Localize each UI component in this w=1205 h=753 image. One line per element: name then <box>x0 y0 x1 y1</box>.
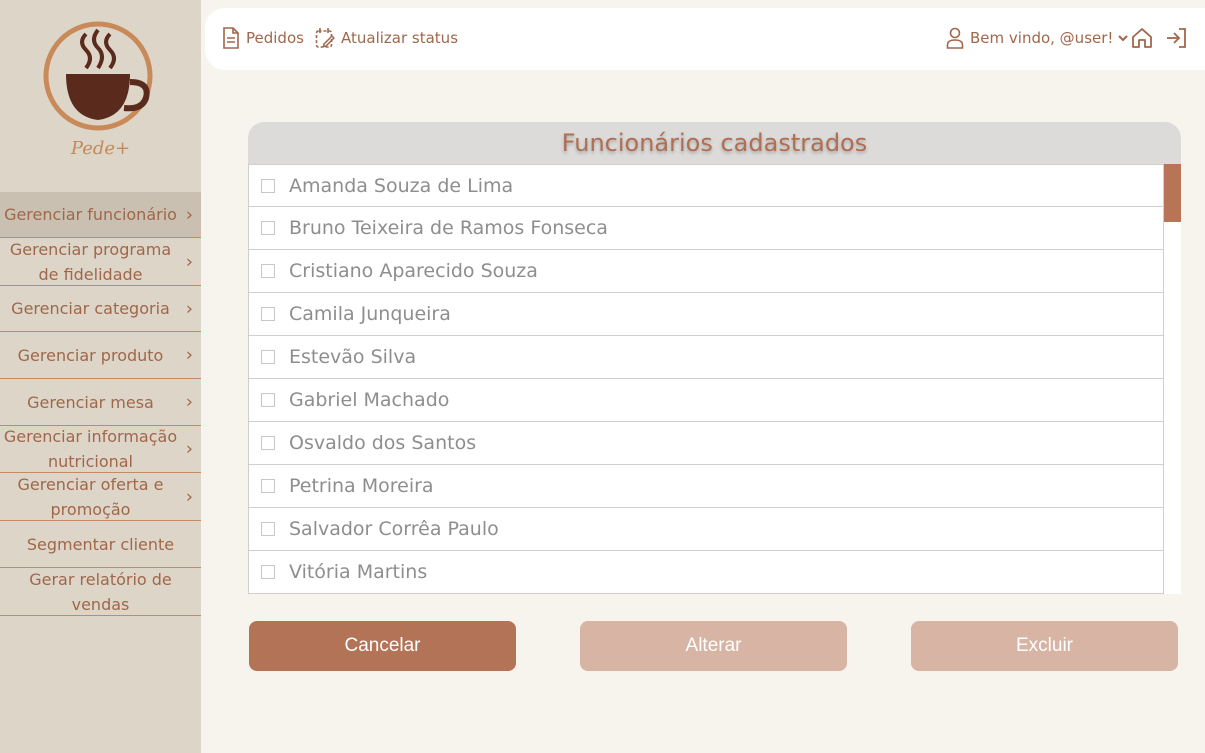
employee-list: Amanda Souza de Lima Bruno Teixeira de R… <box>248 164 1164 594</box>
chevron-right-icon: › <box>185 204 193 225</box>
employee-name: Amanda Souza de Lima <box>289 174 514 197</box>
employee-row[interactable]: Bruno Teixeira de Ramos Fonseca <box>248 207 1164 250</box>
chevron-down-icon <box>1118 35 1129 42</box>
sidebar: Pede+ Gerenciar funcionário › Gerenciar … <box>0 0 201 753</box>
employee-name: Camila Junqueira <box>289 303 451 325</box>
employee-name: Osvaldo dos Santos <box>289 432 477 454</box>
chevron-right-icon: › <box>185 298 193 319</box>
orders-link[interactable]: Pedidos <box>222 26 304 50</box>
welcome-label: Bem vindo, @user! <box>970 29 1114 47</box>
row-checkbox[interactable] <box>261 393 275 407</box>
sidebar-item-label: Gerenciar produto <box>17 345 164 365</box>
employee-row[interactable]: Gabriel Machado <box>248 379 1164 422</box>
employee-row[interactable]: Estevão Silva <box>248 336 1164 379</box>
sidebar-item-label: Gerar relatório de vendas <box>29 567 172 617</box>
update-status-label: Atualizar status <box>341 29 459 47</box>
sidebar-item-label-line1: Gerenciar informação <box>3 427 178 446</box>
employee-name: Vitória Martins <box>289 561 428 583</box>
logout-icon <box>1167 28 1186 48</box>
panel-title: Funcionários cadastrados <box>248 122 1181 164</box>
chevron-right-icon: › <box>185 391 193 413</box>
sidebar-item-gerar-relatorio-vendas[interactable]: Gerar relatório de vendas <box>0 568 201 616</box>
home-icon <box>1132 28 1152 48</box>
employee-name: Cristiano Aparecido Souza <box>289 260 538 282</box>
user-icon <box>946 27 964 49</box>
cancel-button[interactable]: Cancelar <box>249 621 516 671</box>
orders-label: Pedidos <box>246 29 304 47</box>
row-checkbox[interactable] <box>261 350 275 364</box>
sidebar-item-label-line1: Gerenciar programa <box>9 239 172 259</box>
row-checkbox[interactable] <box>261 436 275 450</box>
row-checkbox[interactable] <box>261 565 275 579</box>
delete-button[interactable]: Excluir <box>911 621 1178 671</box>
sidebar-item-label-line2: de fidelidade <box>38 264 143 284</box>
logout-button[interactable] <box>1165 26 1193 50</box>
sidebar-item-label-line2: nutricional <box>48 452 133 471</box>
row-checkbox[interactable] <box>261 307 275 321</box>
employee-name: Bruno Teixeira de Ramos Fonseca <box>289 217 608 239</box>
sidebar-item-label-line2: vendas <box>71 594 130 614</box>
edit-button[interactable]: Alterar <box>580 621 847 671</box>
top-bar: Pedidos Atualizar status Bem vindo, @use… <box>205 8 1205 70</box>
sidebar-item-label: Gerenciar funcionário <box>4 205 177 224</box>
document-icon <box>223 27 239 49</box>
employee-name: Petrina Moreira <box>289 475 434 497</box>
employee-row[interactable]: Cristiano Aparecido Souza <box>248 250 1164 293</box>
list-scrollbar[interactable] <box>1164 164 1181 594</box>
sidebar-item-label-line1: Gerar relatório de <box>29 569 172 589</box>
employee-name: Salvador Corrêa Paulo <box>289 518 499 540</box>
sidebar-item-label: Segmentar cliente <box>26 534 175 554</box>
row-checkbox[interactable] <box>261 264 275 278</box>
employee-name: Estevão Silva <box>289 346 417 368</box>
chevron-right-icon: › <box>185 486 193 507</box>
employee-row[interactable]: Petrina Moreira <box>248 465 1164 508</box>
sidebar-item-label: Gerenciar informação nutricional <box>4 424 177 474</box>
sidebar-item-gerenciar-informacao-nutricional[interactable]: Gerenciar informação nutricional › <box>0 426 201 473</box>
sidebar-item-label: Gerenciar programa de fidelidade <box>10 237 171 287</box>
sidebar-item-label: Gerenciar categoria <box>11 299 170 318</box>
sidebar-item-segmentar-cliente[interactable]: Segmentar cliente <box>0 521 201 568</box>
sidebar-item-label-line1: Gerenciar oferta e <box>17 474 164 494</box>
row-checkbox[interactable] <box>261 479 275 493</box>
sidebar-item-label: Gerenciar oferta e promoção <box>17 472 163 522</box>
employee-row[interactable]: Amanda Souza de Lima <box>248 164 1164 207</box>
sidebar-item-gerenciar-mesa[interactable]: Gerenciar mesa › <box>0 379 201 426</box>
scroll-thumb[interactable] <box>1164 164 1181 222</box>
calendar-edit-icon <box>315 28 335 48</box>
sidebar-item-label: Gerenciar mesa <box>27 392 154 412</box>
employee-row[interactable]: Salvador Corrêa Paulo <box>248 508 1164 551</box>
sidebar-item-gerenciar-funcionario[interactable]: Gerenciar funcionário › <box>0 192 201 238</box>
chevron-right-icon: › <box>185 251 193 272</box>
update-status-link[interactable]: Atualizar status <box>315 26 458 50</box>
employee-row[interactable]: Osvaldo dos Santos <box>248 422 1164 465</box>
sidebar-item-gerenciar-produto[interactable]: Gerenciar produto › <box>0 332 201 379</box>
employees-panel: Funcionários cadastrados Amanda Souza de… <box>248 122 1181 594</box>
user-menu[interactable]: Bem vindo, @user! <box>946 26 1130 50</box>
employee-row[interactable]: Vitória Martins <box>248 551 1164 594</box>
row-checkbox[interactable] <box>261 221 275 235</box>
sidebar-item-gerenciar-programa-fidelidade[interactable]: Gerenciar programa de fidelidade › <box>0 238 201 286</box>
sidebar-item-label-line2: promoção <box>50 499 131 519</box>
employee-row[interactable]: Camila Junqueira <box>248 293 1164 336</box>
home-button[interactable] <box>1131 26 1159 50</box>
chevron-right-icon: › <box>185 438 193 460</box>
employee-name: Gabriel Machado <box>289 389 450 411</box>
row-checkbox[interactable] <box>261 522 275 536</box>
row-checkbox[interactable] <box>261 178 275 193</box>
sidebar-item-gerenciar-oferta-promocao[interactable]: Gerenciar oferta e promoção › <box>0 473 201 521</box>
chevron-right-icon: › <box>185 344 193 366</box>
sidebar-item-gerenciar-categoria[interactable]: Gerenciar categoria › <box>0 286 201 332</box>
logo-text: Pede+ <box>70 138 131 159</box>
sidebar-menu: Gerenciar funcionário › Gerenciar progra… <box>0 192 201 616</box>
